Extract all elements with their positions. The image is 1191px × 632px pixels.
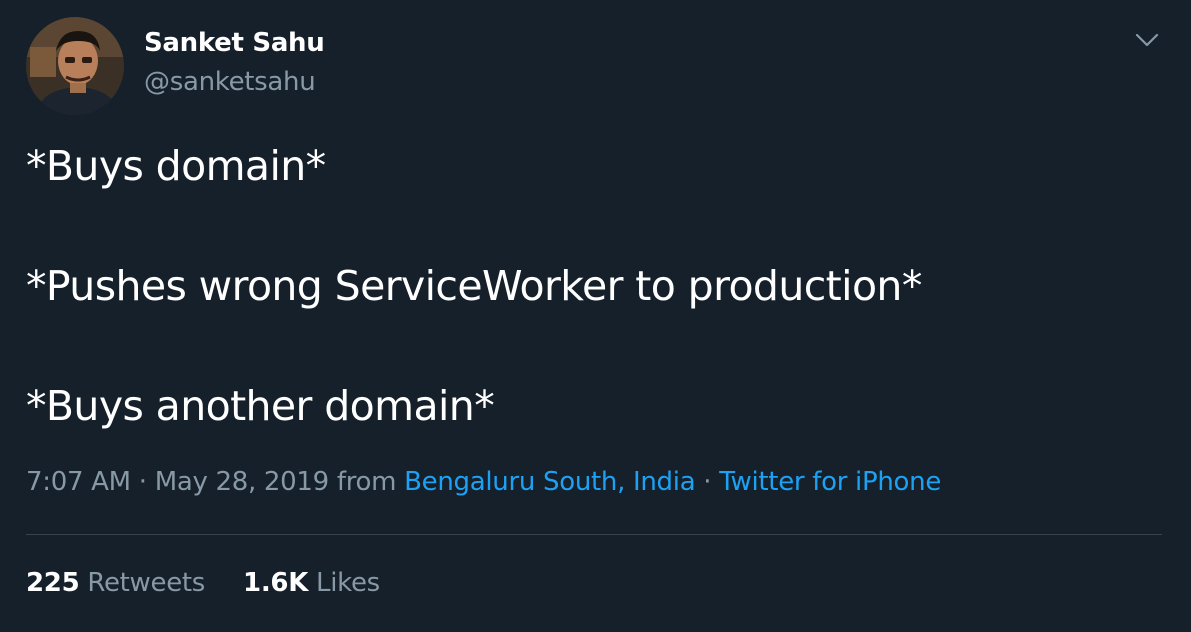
- likes-label: Likes: [316, 568, 380, 598]
- avatar-photo: [26, 17, 124, 115]
- meta-separator: ·: [695, 467, 720, 497]
- author-handle[interactable]: @sanketsahu: [144, 67, 316, 97]
- tweet-text-line: *Buys domain*: [26, 142, 326, 190]
- tweet-text-line: *Buys another domain*: [26, 382, 495, 430]
- tweet-stats: 225 Retweets 1.6K Likes: [26, 568, 380, 598]
- location-link[interactable]: Bengaluru South, India: [404, 467, 695, 497]
- author-name[interactable]: Sanket Sahu: [144, 28, 325, 58]
- chevron-down-icon[interactable]: [1132, 30, 1162, 50]
- avatar[interactable]: [26, 17, 124, 115]
- retweets-stat[interactable]: 225 Retweets: [26, 568, 205, 598]
- tweet-meta: 7:07 AM · May 28, 2019 from Bengaluru So…: [26, 467, 941, 497]
- source-link[interactable]: Twitter for iPhone: [719, 467, 941, 497]
- retweets-count: 225: [26, 568, 80, 598]
- retweets-label: Retweets: [87, 568, 206, 598]
- tweet-date[interactable]: May 28, 2019: [155, 467, 330, 497]
- likes-stat[interactable]: 1.6K Likes: [243, 568, 380, 598]
- from-label: from: [328, 467, 405, 497]
- tweet-text-line: *Pushes wrong ServiceWorker to productio…: [26, 262, 922, 310]
- divider: [26, 534, 1162, 535]
- tweet-time[interactable]: 7:07 AM: [26, 467, 131, 497]
- likes-count: 1.6K: [243, 568, 309, 598]
- tweet-card: Sanket Sahu @sanketsahu *Buys domain* *P…: [0, 0, 1191, 632]
- meta-separator: ·: [130, 467, 155, 497]
